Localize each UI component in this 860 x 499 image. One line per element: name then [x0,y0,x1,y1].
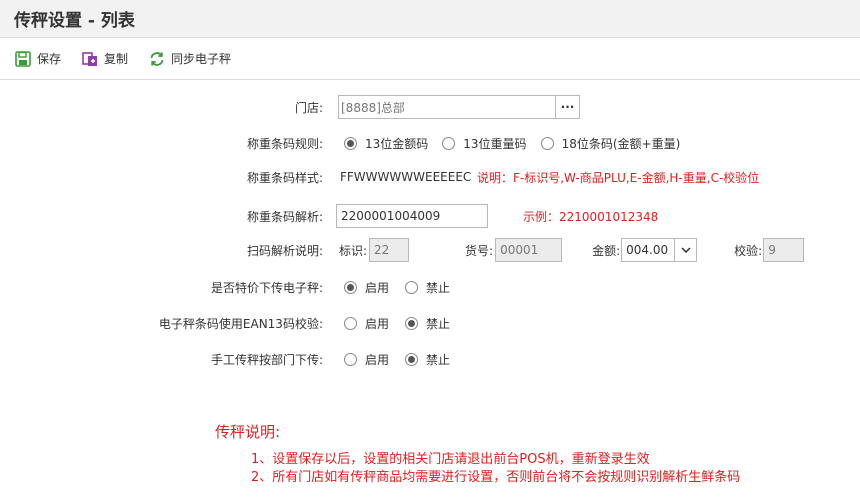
flag-label: 标识: [339,243,368,258]
barcode-style-label: 称重条码样式: [246,170,323,185]
radio-dot [405,280,419,294]
store-label: 门店: [294,100,323,115]
scan-explain-label: 扫码解析说明: [246,243,323,258]
special-price-options: 启用 禁止 [344,279,464,296]
sync-scale-button[interactable]: 同步电子秤 [148,50,231,68]
radio-label: 禁止 [426,316,451,331]
barcode-parse-input[interactable] [336,204,488,228]
radio-dot [540,136,554,150]
notes-list: 1、设置保存以后，设置的相关门店请退出前台POS机，重新登录生效 2、所有门店如… [251,451,740,487]
radio-dot [344,136,357,150]
ean13-disable[interactable]: 禁止 [405,315,450,332]
ean13-enable[interactable]: 启用 [344,315,389,332]
radio-label: 13位金额码 [365,136,429,151]
settings-form: 门店: [8888]总部 ··· 称重条码规则: 13位金额码 13位重量码 1… [0,80,860,498]
radio-label: 启用 [365,316,390,331]
ean13-label: 电子秤条码使用EAN13码校验: [158,316,323,331]
radio-dot [405,352,419,366]
radio-13-amount[interactable]: 13位金额码 [344,135,428,152]
save-button[interactable]: 保存 [14,50,61,68]
barcode-parse-label: 称重条码解析: [246,209,323,224]
radio-label: 启用 [365,352,390,367]
sync-label: 同步电子秤 [171,52,232,66]
store-input[interactable]: [8888]总部 [338,95,556,119]
radio-18-barcode[interactable]: 18位条码(金额+重量) [540,135,681,152]
store-picker-button[interactable]: ··· [556,95,580,119]
radio-dot [442,136,456,150]
amount-select[interactable]: 004.00 [621,238,698,262]
notes-item: 1、设置保存以后，设置的相关门店请退出前台POS机，重新登录生效 [251,452,650,467]
scan-explain-field: 标识: 货号: 金额: 004.00 校验: [339,238,805,262]
item-no-label: 货号: [465,243,494,258]
barcode-rule-label: 称重条码规则: [246,136,323,151]
radio-dot [405,316,419,330]
toolbar: 保存 复制 同步电子秤 [0,38,860,80]
amount-label: 金额: [592,243,621,258]
barcode-parse-example: 示例：2210001012348 [523,209,659,224]
manual-dept-options: 启用 禁止 [344,351,464,368]
store-field: [8888]总部 ··· [338,95,580,119]
save-label: 保存 [37,52,62,66]
more-icon: ··· [560,100,575,114]
barcode-parse-field: 示例：2210001012348 [336,204,658,228]
manual-dept-label: 手工传秤按部门下传: [210,352,323,367]
notes-item: 2、所有门店如有传秤商品均需要进行设置，否则前台将不会按规则识别解析生鲜条码 [251,470,741,485]
special-price-row: 是否特价下传电子秤: 启用 禁止 [0,273,860,301]
check-label: 校验: [734,243,763,258]
barcode-style-row: 称重条码样式: FFWWWWWWEEEEEC 说明：F-标识号,W-商品PLU,… [0,163,860,191]
barcode-rule-options: 13位金额码 13位重量码 18位条码(金额+重量) [344,135,694,152]
save-icon [15,50,31,67]
manual-dept-enable[interactable]: 启用 [344,351,389,368]
radio-label: 禁止 [426,280,451,295]
check-input[interactable] [763,238,805,262]
chevron-down-icon[interactable] [674,239,696,261]
page-title: 传秤设置 - 列表 [14,11,135,31]
radio-dot [344,352,357,366]
special-price-enable[interactable]: 启用 [344,279,389,296]
copy-icon [82,51,98,66]
copy-label: 复制 [104,52,129,66]
store-row: 门店: [8888]总部 ··· [0,93,860,121]
amount-value: 004.00 [626,243,669,257]
barcode-rule-row: 称重条码规则: 13位金额码 13位重量码 18位条码(金额+重量) [0,129,860,157]
item-no-input[interactable] [495,238,563,262]
radio-13-weight[interactable]: 13位重量码 [442,135,527,152]
radio-label: 18位条码(金额+重量) [561,136,681,151]
scan-explain-row: 扫码解析说明: 标识: 货号: 金额: 004.00 校验: [0,236,860,264]
radio-dot [344,316,357,330]
ean13-row: 电子秤条码使用EAN13码校验: 启用 禁止 [0,309,860,337]
manual-dept-row: 手工传秤按部门下传: 启用 禁止 [0,345,860,373]
special-price-label: 是否特价下传电子秤: [210,280,323,295]
radio-label: 启用 [365,280,390,295]
special-price-disable[interactable]: 禁止 [405,279,450,296]
copy-button[interactable]: 复制 [81,50,128,68]
barcode-style-field: FFWWWWWWEEEEEC 说明：F-标识号,W-商品PLU,E-金额,H-重… [340,169,759,186]
sync-icon [150,51,164,66]
flag-input[interactable] [369,238,410,262]
barcode-style-note: 说明：F-标识号,W-商品PLU,E-金额,H-重量,C-校验位 [477,170,760,185]
barcode-parse-row: 称重条码解析: 示例：2210001012348 [0,202,860,230]
radio-label: 13位重量码 [463,136,527,151]
radio-label: 禁止 [426,352,451,367]
manual-dept-disable[interactable]: 禁止 [405,351,450,368]
store-value: [8888]总部 [341,100,405,115]
ean13-options: 启用 禁止 [344,315,464,332]
radio-dot [344,280,357,294]
notes-heading: 传秤说明: [215,423,281,441]
barcode-style-value: FFWWWWWWEEEEEC [340,170,472,184]
title-bar: 传秤设置 - 列表 [0,0,860,38]
